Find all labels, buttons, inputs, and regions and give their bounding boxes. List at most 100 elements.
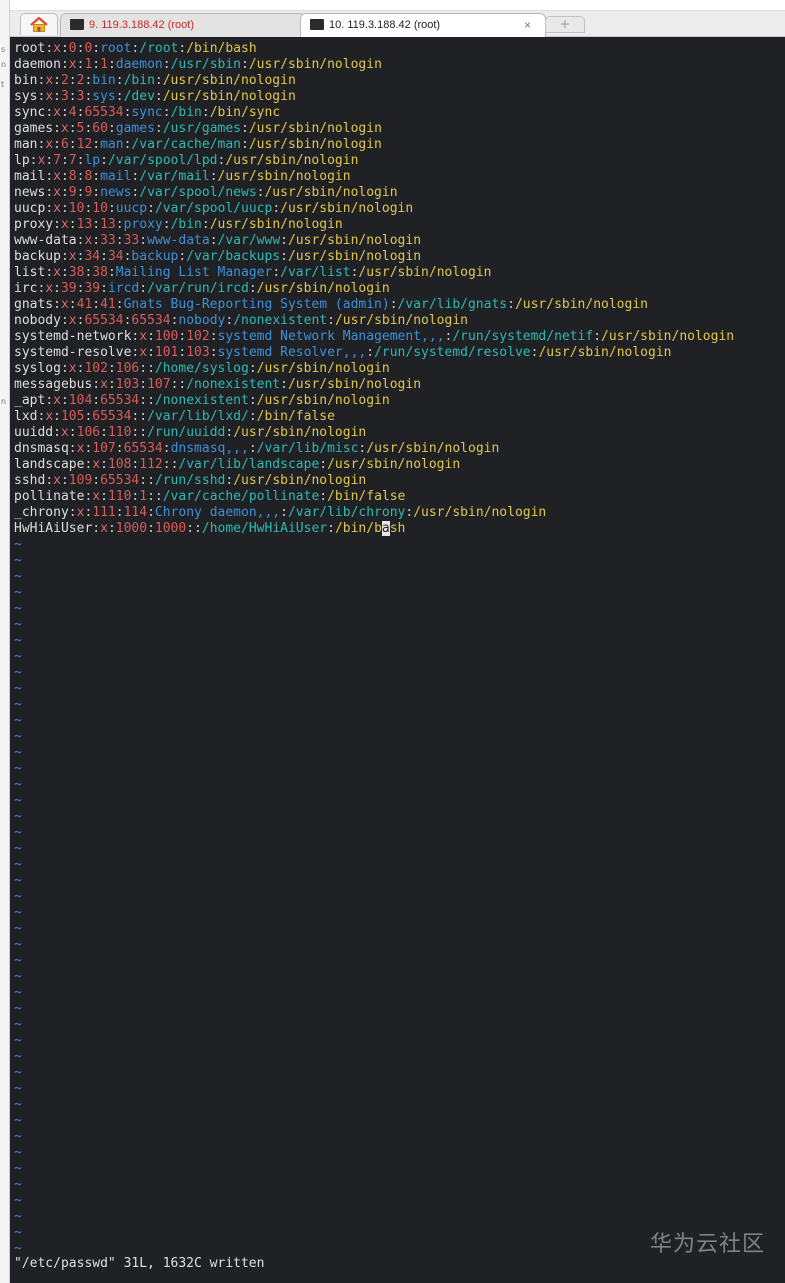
home-dir-field: /var/lib/chrony bbox=[287, 505, 406, 520]
username-field: irc bbox=[14, 281, 38, 296]
field-separator: : bbox=[209, 233, 218, 248]
empty-line-marker: ~ bbox=[14, 1129, 22, 1144]
field-separator: : bbox=[53, 73, 61, 88]
empty-line-marker: ~ bbox=[14, 985, 22, 1000]
passwd-line: HwHiAiUser:x:1000:1000::/home/HwHiAiUser… bbox=[14, 521, 405, 537]
password-field: x bbox=[45, 137, 54, 152]
field-separator: : bbox=[92, 377, 101, 392]
field-separator: : bbox=[45, 393, 54, 408]
field-separator: : bbox=[139, 233, 148, 248]
password-field: x bbox=[68, 313, 77, 328]
username-field: daemon bbox=[14, 57, 61, 72]
username-field: root bbox=[14, 41, 46, 56]
uid-field: 108 bbox=[107, 457, 132, 472]
shell-field: /usr/sbin/nologin bbox=[514, 297, 648, 312]
field-separator: : bbox=[147, 473, 155, 488]
field-separator: : bbox=[60, 473, 69, 488]
username-field: proxy bbox=[14, 217, 54, 232]
username-field: dnsmasq bbox=[14, 441, 69, 456]
home-dir-field: /var/cache/man bbox=[131, 137, 241, 152]
shell-field: /usr/sbin/nologin bbox=[366, 441, 500, 456]
gecos-field: systemd Network Management,,, bbox=[217, 329, 445, 344]
field-separator: : bbox=[147, 489, 155, 504]
terminal-screen[interactable]: root:x:0:0:root:/root:/bin/bash daemon:x:… bbox=[10, 37, 785, 1283]
gecos-field: Gnats Bug-Reporting System (admin) bbox=[123, 297, 390, 312]
passwd-line: syslog:x:102:106::/home/syslog:/usr/sbin… bbox=[14, 361, 390, 377]
field-separator: : bbox=[201, 105, 210, 120]
gecos-field: proxy bbox=[123, 217, 163, 232]
passwd-line: www-data:x:33:33:www-data:/var/www:/usr/… bbox=[14, 233, 421, 249]
field-separator: : bbox=[92, 393, 101, 408]
empty-line-marker: ~ bbox=[14, 1113, 22, 1128]
field-separator: : bbox=[68, 441, 77, 456]
uid-field: 38 bbox=[68, 265, 85, 280]
home-dir-field: /bin bbox=[170, 217, 202, 232]
field-separator: : bbox=[147, 521, 155, 536]
field-separator: : bbox=[139, 409, 148, 424]
gid-field: 65534 bbox=[123, 441, 163, 456]
home-dir-field: /var/mail bbox=[139, 169, 210, 184]
empty-line-marker: ~ bbox=[14, 969, 22, 984]
field-separator: : bbox=[186, 521, 195, 536]
username-field: messagebus bbox=[14, 377, 93, 392]
passwd-line: man:x:6:12:man:/var/cache/man:/usr/sbin/… bbox=[14, 137, 382, 153]
field-separator: : bbox=[319, 457, 328, 472]
field-separator: : bbox=[45, 265, 54, 280]
password-field: x bbox=[53, 41, 61, 56]
uid-field: 4 bbox=[68, 105, 77, 120]
empty-line-marker: ~ bbox=[14, 729, 22, 744]
field-separator: : bbox=[248, 361, 257, 376]
field-separator: : bbox=[60, 105, 69, 120]
username-field: lp bbox=[14, 153, 30, 168]
empty-line-marker: ~ bbox=[14, 553, 22, 568]
edge-mark: t bbox=[1, 80, 5, 89]
password-field: x bbox=[68, 57, 77, 72]
empty-line-marker: ~ bbox=[14, 905, 22, 920]
field-separator: : bbox=[68, 425, 77, 440]
field-separator: : bbox=[209, 329, 218, 344]
field-separator: : bbox=[147, 329, 155, 344]
shell-field: /usr/sbin/nologin bbox=[248, 137, 382, 152]
left-window-edge: s n t n bbox=[0, 0, 10, 1283]
field-separator: : bbox=[162, 105, 171, 120]
uid-field: 109 bbox=[68, 473, 93, 488]
status-line: "/etc/passwd" 31L, 1632C written bbox=[14, 1256, 265, 1271]
empty-line-marker: ~ bbox=[14, 1177, 22, 1192]
field-separator: : bbox=[115, 297, 124, 312]
field-separator: : bbox=[107, 377, 116, 392]
field-separator: : bbox=[280, 377, 288, 392]
shell-field: /usr/sbin/nologin bbox=[287, 377, 422, 392]
gid-field: 12 bbox=[76, 137, 93, 152]
shell-field: /usr/sbin/nologin bbox=[287, 233, 422, 248]
field-separator: : bbox=[241, 121, 249, 136]
field-separator: : bbox=[92, 137, 101, 152]
field-separator: : bbox=[139, 393, 148, 408]
gid-field: 33 bbox=[123, 233, 140, 248]
username-field: sshd bbox=[14, 473, 46, 488]
passwd-line: dnsmasq:x:107:65534:dnsmasq,,,:/var/lib/… bbox=[14, 441, 499, 457]
gecos-field: man bbox=[100, 137, 124, 152]
tab-session-10[interactable]: 10. 119.3.188.42 (root) × bbox=[300, 13, 546, 37]
close-icon[interactable]: × bbox=[524, 14, 531, 36]
passwd-line: daemon:x:1:1:daemon:/usr/sbin:/usr/sbin/… bbox=[14, 57, 382, 73]
new-tab-button[interactable]: + bbox=[545, 16, 585, 33]
passwd-line: lxd:x:105:65534::/var/lib/lxd/:/bin/fals… bbox=[14, 409, 335, 425]
password-field: x bbox=[53, 265, 61, 280]
uid-field: 100 bbox=[154, 329, 179, 344]
gecos-field: mail bbox=[100, 169, 132, 184]
empty-line-marker: ~ bbox=[14, 713, 22, 728]
field-separator: : bbox=[139, 361, 148, 376]
passwd-line: lp:x:7:7:lp:/var/spool/lpd:/usr/sbin/nol… bbox=[14, 153, 358, 169]
uid-field: 34 bbox=[84, 249, 101, 264]
uid-field: 102 bbox=[84, 361, 108, 376]
shell-field: /usr/sbin/nologin bbox=[256, 361, 390, 376]
password-field: x bbox=[68, 249, 77, 264]
tab-session-9[interactable]: 9. 119.3.188.42 (root) bbox=[60, 13, 306, 37]
home-tab[interactable] bbox=[20, 13, 58, 35]
edge-mark: n bbox=[1, 60, 7, 69]
password-field: x bbox=[139, 329, 148, 344]
field-separator: : bbox=[107, 265, 116, 280]
home-dir-field: /var/cache/pollinate bbox=[162, 489, 320, 504]
uid-field: 8 bbox=[68, 169, 77, 184]
home-dir-field: /var/www bbox=[217, 233, 281, 248]
